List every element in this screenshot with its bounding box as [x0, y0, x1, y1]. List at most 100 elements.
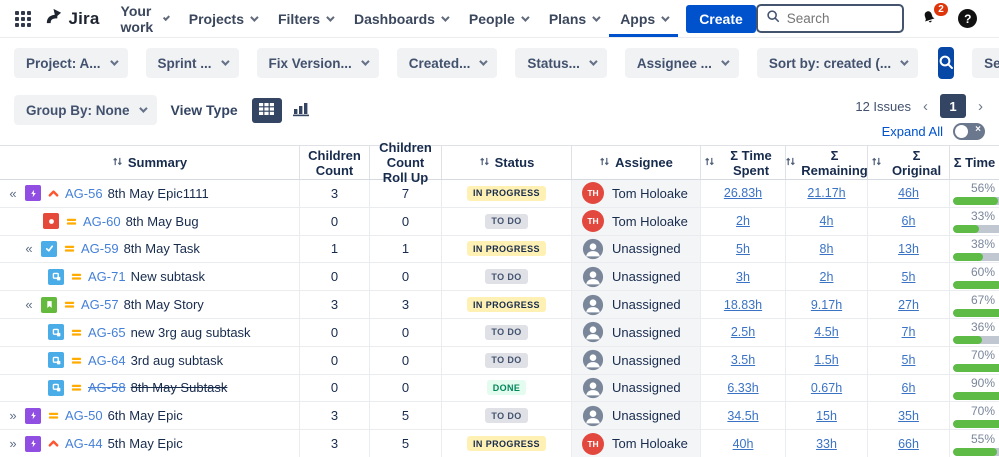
column-header-8[interactable]: Σ Time	[950, 146, 999, 179]
filter-pill-5[interactable]: Assignee ...	[625, 48, 739, 78]
column-header-1[interactable]: Children Count	[300, 146, 370, 179]
column-header-label: Status	[495, 155, 535, 170]
status-badge: IN PROGRESS	[467, 186, 546, 201]
remaining-link[interactable]: 9.17h	[811, 298, 842, 312]
original-link[interactable]: 6h	[902, 381, 916, 395]
expand-button[interactable]: »	[6, 436, 20, 451]
filter-pill-6[interactable]: Sort by: created (...	[757, 48, 918, 78]
nav-item-dashboards[interactable]: Dashboards	[343, 0, 458, 37]
collapse-button[interactable]: «	[22, 241, 36, 256]
column-header-6[interactable]: Σ Remaining	[786, 146, 868, 179]
view-type-table-button[interactable]	[252, 98, 282, 123]
time-spent-link[interactable]: 26.83h	[724, 186, 762, 200]
remaining-cell: 8h	[786, 236, 868, 263]
time-spent-cell: 2h	[701, 208, 786, 235]
nav-item-projects[interactable]: Projects	[178, 0, 267, 37]
unassigned-avatar-icon	[582, 377, 604, 399]
time-spent-link[interactable]: 3h	[736, 270, 750, 284]
nav-item-apps[interactable]: Apps	[609, 0, 678, 37]
expand-button[interactable]: »	[6, 408, 20, 423]
help-button[interactable]: ?	[956, 7, 980, 31]
unassigned-avatar-icon	[582, 321, 604, 343]
remaining-link[interactable]: 15h	[816, 409, 837, 423]
summary-cell: »AG-506th May Epic	[0, 402, 300, 429]
original-link[interactable]: 27h	[898, 298, 919, 312]
expand-all-link[interactable]: Expand All	[882, 124, 943, 139]
column-header-4[interactable]: Assignee	[572, 146, 701, 179]
issue-key-link[interactable]: AG-71	[88, 269, 126, 284]
column-header-0[interactable]: Summary	[0, 146, 300, 179]
time-spent-link[interactable]: 34.5h	[727, 409, 758, 423]
issue-key-link[interactable]: AG-58	[88, 380, 126, 395]
time-spent-link[interactable]: 3.5h	[731, 353, 755, 367]
issue-key-link[interactable]: AG-44	[65, 436, 103, 451]
time-spent-link[interactable]: 5h	[736, 242, 750, 256]
prev-page-button[interactable]: ‹	[921, 98, 930, 115]
original-link[interactable]: 46h	[898, 186, 919, 200]
issue-key-link[interactable]: AG-60	[83, 214, 121, 229]
nav-item-your-work[interactable]: Your work	[110, 0, 178, 37]
issue-key-link[interactable]: AG-56	[65, 186, 103, 201]
remaining-link[interactable]: 21.17h	[807, 186, 845, 200]
create-button[interactable]: Create	[686, 5, 756, 33]
expand-all-toggle[interactable]: ×	[953, 123, 985, 140]
view-type-chart-button[interactable]	[286, 98, 316, 123]
column-header-5[interactable]: Σ Time Spent	[701, 146, 786, 179]
global-search[interactable]	[756, 4, 904, 33]
filter-pill-3[interactable]: Created...	[397, 48, 498, 78]
filter-pill-4[interactable]: Status...	[515, 48, 607, 78]
nav-item-plans[interactable]: Plans	[538, 0, 609, 37]
progress-bar-fill	[953, 197, 998, 205]
filter-pill-1[interactable]: Sprint ...	[146, 48, 239, 78]
search-input[interactable]	[787, 11, 894, 26]
issue-key-link[interactable]: AG-64	[88, 353, 126, 368]
current-page[interactable]: 1	[940, 94, 966, 118]
jira-logo[interactable]: Jira	[40, 7, 109, 31]
jira-app: Jira Your workProjectsFiltersDashboardsP…	[0, 0, 999, 457]
notifications-button[interactable]: 2	[918, 7, 942, 31]
progress-percent: 33%	[953, 209, 999, 223]
original-link[interactable]: 66h	[898, 437, 919, 451]
time-spent-link[interactable]: 2.5h	[731, 325, 755, 339]
remaining-link[interactable]: 2h	[820, 270, 834, 284]
remaining-link[interactable]: 4.5h	[814, 325, 838, 339]
nav-item-filters[interactable]: Filters	[267, 0, 343, 37]
group-by-dropdown[interactable]: Group By: None	[14, 95, 157, 125]
column-header-7[interactable]: Σ Original	[868, 146, 950, 179]
filter-pill-0[interactable]: Project: A...	[14, 48, 128, 78]
original-link[interactable]: 5h	[902, 270, 916, 284]
issue-key-link[interactable]: AG-57	[81, 297, 119, 312]
column-header-3[interactable]: Status	[442, 146, 572, 179]
column-header-2[interactable]: Children Count Roll Up	[370, 146, 442, 179]
nav-item-people[interactable]: People	[458, 0, 538, 37]
original-link[interactable]: 35h	[898, 409, 919, 423]
filter-pill-2[interactable]: Fix Version...	[257, 48, 379, 78]
issue-key-link[interactable]: AG-59	[81, 241, 119, 256]
apply-search-button[interactable]	[938, 47, 954, 79]
original-link[interactable]: 5h	[902, 353, 916, 367]
remaining-link[interactable]: 4h	[820, 214, 834, 228]
filter-pill-search-text[interactable]: Searc...	[972, 48, 999, 78]
remaining-link[interactable]: 0.67h	[811, 381, 842, 395]
settings-button[interactable]: ⚙	[994, 7, 999, 31]
next-page-button[interactable]: ›	[976, 98, 985, 115]
original-link[interactable]: 7h	[902, 325, 916, 339]
time-spent-link[interactable]: 40h	[733, 437, 754, 451]
children-rollup-cell-value: 0	[402, 380, 409, 395]
original-link[interactable]: 6h	[902, 214, 916, 228]
original-link[interactable]: 13h	[898, 242, 919, 256]
remaining-link[interactable]: 33h	[816, 437, 837, 451]
collapse-button[interactable]: «	[6, 186, 20, 201]
table-row: «AG-568th May Epic111137IN PROGRESSTHTom…	[0, 180, 999, 208]
table-row: «AG-598th May Task11IN PROGRESSUnassigne…	[0, 236, 999, 264]
issue-key-link[interactable]: AG-65	[88, 325, 126, 340]
time-spent-link[interactable]: 2h	[736, 214, 750, 228]
app-switcher-button[interactable]	[10, 5, 36, 33]
collapse-button[interactable]: «	[22, 297, 36, 312]
status-cell: IN PROGRESS	[442, 291, 572, 318]
remaining-link[interactable]: 8h	[820, 242, 834, 256]
issue-key-link[interactable]: AG-50	[65, 408, 103, 423]
remaining-link[interactable]: 1.5h	[814, 353, 838, 367]
time-spent-link[interactable]: 18.83h	[724, 298, 762, 312]
time-spent-link[interactable]: 6.33h	[727, 381, 758, 395]
